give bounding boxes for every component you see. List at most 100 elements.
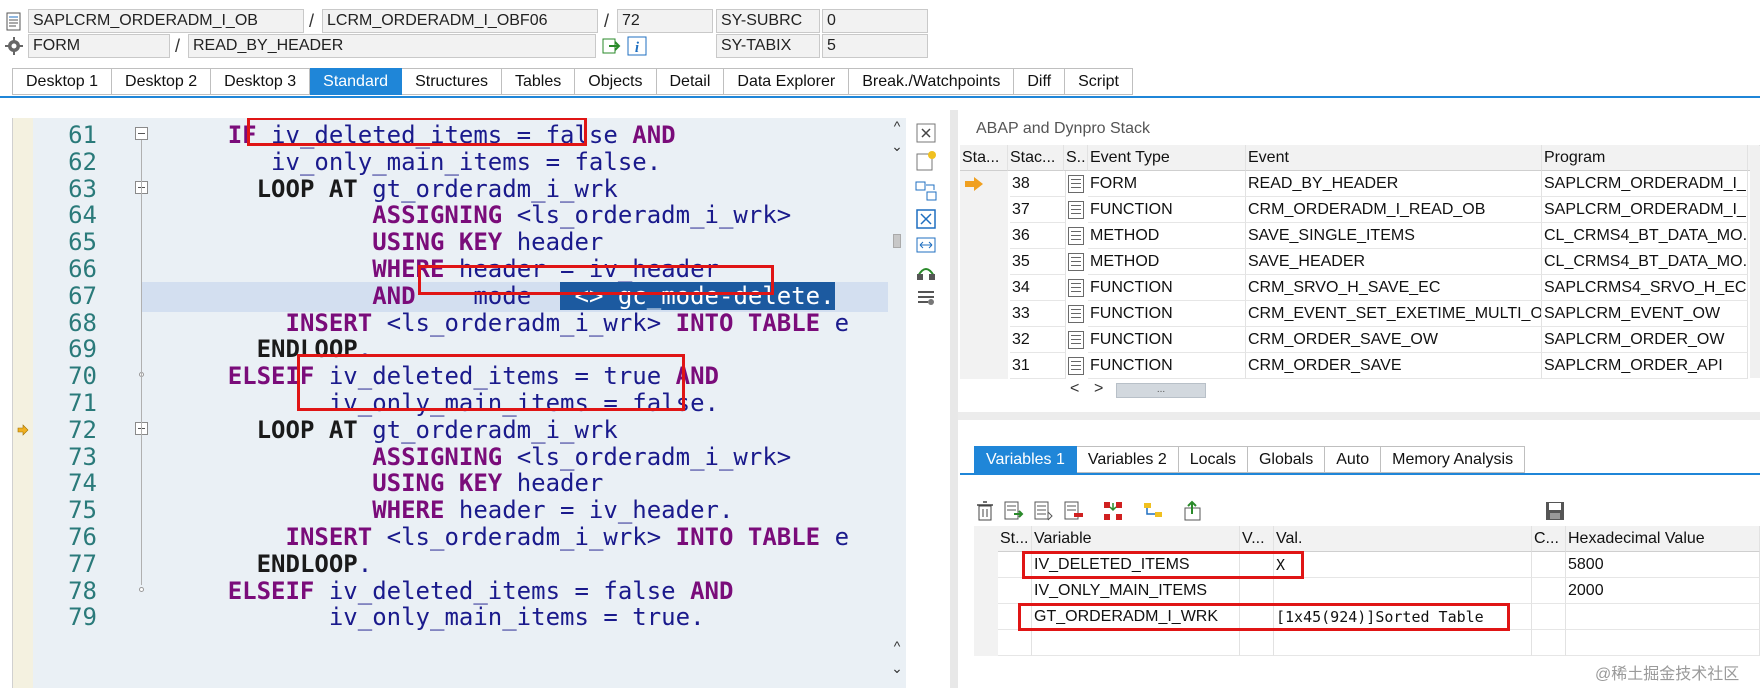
tab-variables-1[interactable]: Variables 1: [974, 446, 1077, 473]
code-line[interactable]: LOOP AT gt_orderadm_i_wrk: [257, 174, 618, 204]
fold-collapse-icon[interactable]: [135, 127, 148, 140]
variables-cell[interactable]: [1532, 630, 1566, 656]
remove-row-icon[interactable]: [1062, 500, 1084, 522]
swap-tool-icon[interactable]: [914, 180, 938, 202]
copy-row-icon[interactable]: [1032, 500, 1054, 522]
scroll-up-icon[interactable]: ^: [888, 638, 906, 654]
variables-cell[interactable]: [1532, 604, 1566, 630]
tab-script[interactable]: Script: [1065, 68, 1133, 95]
panel-splitter[interactable]: [950, 110, 958, 688]
code-line[interactable]: USING KEY header: [372, 468, 603, 498]
tab-globals[interactable]: Globals: [1247, 446, 1326, 473]
stack-hscroll[interactable]: < > ...: [1066, 380, 1206, 400]
variable-hex[interactable]: 5800: [1566, 552, 1760, 578]
source-document-icon[interactable]: [1068, 279, 1084, 297]
resize-horizontal-icon[interactable]: [914, 234, 938, 256]
navigate-icon[interactable]: [601, 36, 621, 56]
stack-type[interactable]: METHOD: [1088, 249, 1246, 275]
tab-desktop-2[interactable]: Desktop 2: [112, 68, 212, 95]
variables-column-header[interactable]: Val.: [1274, 526, 1532, 552]
tab-variables-2[interactable]: Variables 2: [1076, 446, 1179, 473]
tab-memory-analysis[interactable]: Memory Analysis: [1381, 446, 1526, 473]
code-line[interactable]: INSERT <ls_orderadm_i_wrk> INTO TABLE e: [286, 522, 850, 552]
tree-branch-icon[interactable]: [1142, 500, 1164, 522]
variables-column-header[interactable]: C...: [1532, 526, 1566, 552]
stack-program[interactable]: SAPLCRM_ORDERADM_I_...: [1542, 171, 1748, 197]
delete-icon[interactable]: [974, 500, 996, 522]
panel-divider[interactable]: [958, 412, 1760, 420]
stack-type[interactable]: FUNCTION: [1088, 353, 1246, 379]
breakpoint-gutter[interactable]: [13, 118, 33, 688]
stack-program[interactable]: SAPLCRM_ORDER_OW: [1542, 327, 1748, 353]
tab-structures[interactable]: Structures: [402, 68, 502, 95]
source-document-icon[interactable]: [1068, 331, 1084, 349]
tab-desktop-1[interactable]: Desktop 1: [12, 68, 113, 95]
tab-locals[interactable]: Locals: [1178, 446, 1248, 473]
stack-column-header[interactable]: Event: [1246, 145, 1542, 171]
code-line[interactable]: ENDLOOP.: [257, 549, 373, 579]
variables-column-header[interactable]: Hexadecimal Value: [1566, 526, 1760, 552]
maximize-icon[interactable]: [914, 208, 938, 230]
new-tool-icon[interactable]: [914, 150, 938, 172]
stack-row-selector[interactable]: [960, 301, 1008, 327]
stack-program[interactable]: SAPLCRM_ORDERADM_I_...: [1542, 197, 1748, 223]
event-type-field[interactable]: FORM: [28, 34, 170, 58]
variable-value[interactable]: [1274, 578, 1532, 604]
code-line[interactable]: WHERE header = iv_header.: [372, 495, 733, 525]
stack-vscroll[interactable]: [1750, 146, 1760, 378]
stack-type[interactable]: FUNCTION: [1088, 197, 1246, 223]
variables-column-header[interactable]: Variable: [1032, 526, 1240, 552]
event-field[interactable]: READ_BY_HEADER: [188, 34, 596, 58]
variable-hex[interactable]: [1566, 604, 1760, 630]
source-document-icon[interactable]: [1068, 175, 1084, 193]
code-line[interactable]: USING KEY header: [372, 227, 603, 257]
stack-row-selector[interactable]: [960, 327, 1008, 353]
insert-row-icon[interactable]: [1002, 500, 1024, 522]
source-document-icon[interactable]: [1068, 305, 1084, 323]
stack-event[interactable]: CRM_ORDER_SAVE: [1246, 353, 1542, 379]
code-line[interactable]: iv_only_main_items = true.: [329, 602, 705, 632]
stack-program[interactable]: SAPLCRMS4_SRVO_H_EC: [1542, 275, 1748, 301]
source-code-editor[interactable]: 61 IF iv_deleted_items = false AND 62 iv_on…: [12, 118, 888, 688]
stack-program[interactable]: CL_CRMS4_BT_DATA_MO...: [1542, 249, 1748, 275]
code-line[interactable]: LOOP AT gt_orderadm_i_wrk: [257, 415, 618, 445]
stack-row-selector[interactable]: [960, 223, 1008, 249]
stack-event[interactable]: READ_BY_HEADER: [1246, 171, 1542, 197]
variables-cell[interactable]: [1566, 630, 1760, 656]
layout-icon[interactable]: [914, 260, 938, 282]
stack-type[interactable]: FUNCTION: [1088, 301, 1246, 327]
tab-data-explorer[interactable]: Data Explorer: [724, 68, 850, 95]
stack-event[interactable]: SAVE_SINGLE_ITEMS: [1246, 223, 1542, 249]
program-field[interactable]: SAPLCRM_ORDERADM_I_OB: [28, 9, 304, 33]
scroll-right-icon[interactable]: >: [1094, 380, 1103, 398]
scroll-thumb[interactable]: [893, 234, 901, 248]
variables-cell[interactable]: [998, 578, 1032, 604]
stack-type[interactable]: METHOD: [1088, 223, 1246, 249]
tab-break-watchpoints[interactable]: Break./Watchpoints: [849, 68, 1015, 95]
variables-cell[interactable]: [998, 630, 1032, 656]
tab-desktop-3[interactable]: Desktop 3: [211, 68, 311, 95]
source-document-icon[interactable]: [1068, 201, 1084, 219]
info-icon[interactable]: i: [627, 36, 647, 56]
source-document-icon[interactable]: [1068, 253, 1084, 271]
stack-type[interactable]: FUNCTION: [1088, 327, 1246, 353]
tab-objects[interactable]: Objects: [575, 68, 657, 95]
stack-event[interactable]: CRM_ORDER_SAVE_OW: [1246, 327, 1542, 353]
tab-tables[interactable]: Tables: [502, 68, 576, 95]
variables-cell[interactable]: [1240, 578, 1274, 604]
stack-program[interactable]: SAPLCRM_ORDER_API: [1542, 353, 1748, 379]
variables-cell[interactable]: [1532, 552, 1566, 578]
variables-cell[interactable]: [1240, 630, 1274, 656]
scroll-up-icon[interactable]: ^: [888, 118, 906, 134]
variable-hex[interactable]: 2000: [1566, 578, 1760, 604]
export-icon[interactable]: [1182, 500, 1204, 522]
tab-diff[interactable]: Diff: [1014, 68, 1066, 95]
variables-cell[interactable]: [1532, 578, 1566, 604]
scroll-down-icon[interactable]: ⌄: [888, 660, 906, 677]
stack-column-header[interactable]: Program: [1542, 145, 1748, 171]
stack-type[interactable]: FUNCTION: [1088, 275, 1246, 301]
code-line[interactable]: ELSEIF iv_deleted_items = false AND: [228, 576, 734, 606]
stack-event[interactable]: CRM_SRVO_H_SAVE_EC: [1246, 275, 1542, 301]
stack-row-selector[interactable]: [960, 249, 1008, 275]
variables-cell[interactable]: [1032, 630, 1240, 656]
